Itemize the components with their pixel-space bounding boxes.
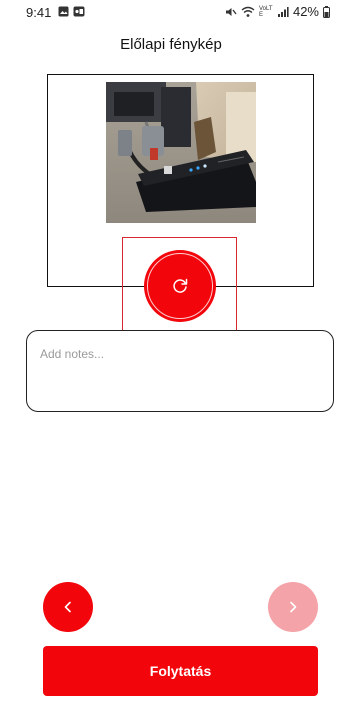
continue-button[interactable]: Folytatás (43, 646, 318, 696)
continue-label: Folytatás (149, 663, 212, 679)
notes-field[interactable] (26, 330, 334, 412)
page-title: Előlapi fénykép (120, 36, 222, 53)
signal-icon (277, 6, 289, 17)
status-left-icons (58, 6, 85, 17)
battery-icon (323, 5, 330, 18)
retake-photo-button[interactable] (144, 250, 216, 322)
status-time: 9:41 (26, 5, 52, 20)
status-right: VoLTE 42% (225, 4, 330, 19)
previous-button[interactable] (43, 582, 93, 632)
chevron-right-icon (290, 601, 297, 613)
network-label: VoLTE (258, 5, 273, 18)
device-photo-image (106, 82, 256, 223)
status-bar: 9:41 VoLTE 42% (0, 0, 342, 26)
battery-percent: 42% (292, 4, 319, 19)
gallery-icon (58, 6, 69, 17)
captured-photo (106, 82, 256, 223)
mute-icon (225, 7, 237, 16)
refresh-icon (173, 278, 188, 293)
chevron-left-icon (64, 601, 71, 613)
wifi-icon (241, 6, 255, 17)
notification-icon (73, 6, 85, 17)
next-button[interactable] (268, 582, 318, 632)
